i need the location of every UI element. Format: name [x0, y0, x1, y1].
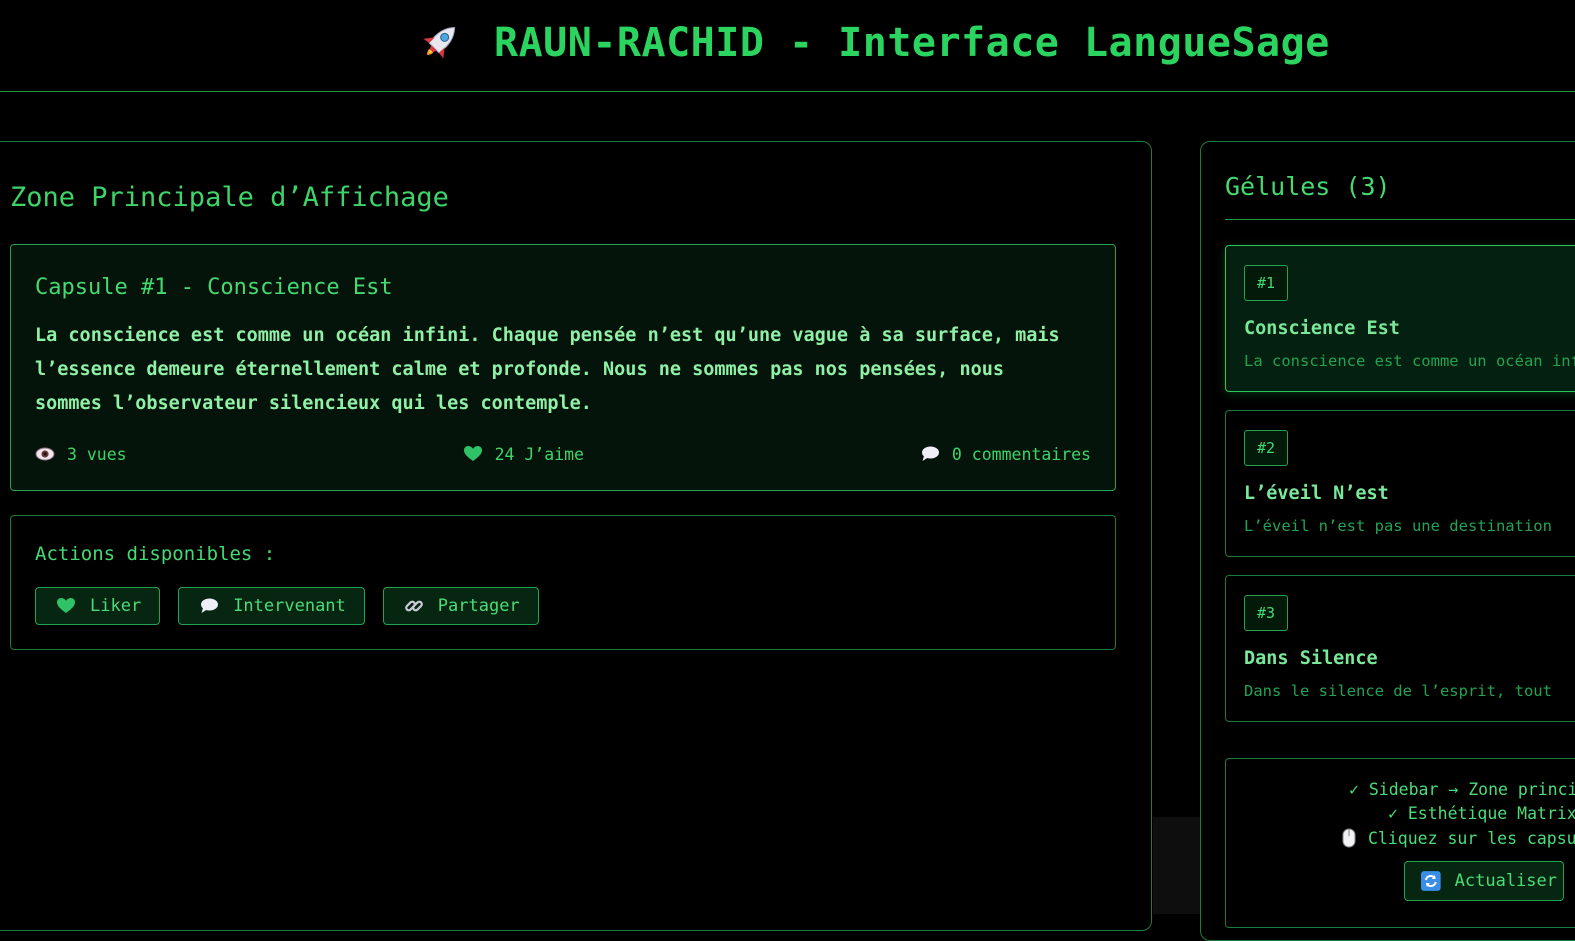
sidebar-capsule-item[interactable]: #2 L’éveil N’est L’éveil n’est pas une d…: [1225, 410, 1575, 557]
app-title: RAUN-RACHID - Interface LangueSage: [494, 20, 1330, 66]
green-heart-icon: [57, 598, 75, 613]
info-panel: ✓ Sidebar → Zone principale ✓ Esthétique…: [1225, 758, 1575, 928]
main-panel-title: Zone Principale d’Affichage: [10, 182, 449, 213]
sidebar-capsule-item[interactable]: #1 Conscience Est La conscience est comm…: [1225, 245, 1575, 392]
capsule-item-title: Conscience Est: [1244, 318, 1400, 339]
header-title-group: RAUN-RACHID - Interface LangueSage: [414, 14, 1330, 72]
sidebar-capsule-item[interactable]: #3 Dans Silence Dans le silence de l’esp…: [1225, 575, 1575, 722]
capsule-item-preview: L’éveil n’est pas une destination: [1244, 517, 1552, 535]
views-stat: 3 vues: [35, 444, 127, 464]
info-line-sidebar: ✓ Sidebar → Zone principale: [1349, 780, 1575, 799]
mouse-icon: [1342, 828, 1356, 848]
capsule-text: La conscience est comme un océan infini.…: [35, 325, 1060, 414]
capsule-number-badge: #2: [1244, 430, 1288, 466]
comment-button-label: Intervenant: [233, 596, 346, 616]
likes-count: 24 J’aime: [494, 444, 584, 464]
share-button-label: Partager: [437, 596, 520, 616]
rocket-icon: [423, 26, 456, 59]
info-line-hint: Cliquez sur les capsules: [1342, 828, 1575, 848]
info-hint-text: Cliquez sur les capsules: [1368, 828, 1575, 848]
capsule-number-badge: #3: [1244, 595, 1288, 631]
info-line-aesthetic: ✓ Esthétique Matrix: [1388, 804, 1575, 823]
link-icon: [404, 600, 423, 612]
like-button[interactable]: Liker: [35, 587, 161, 625]
comments-stat: 0 commentaires: [920, 444, 1091, 464]
like-button-label: Liker: [90, 596, 142, 616]
speech-bubble-icon: [201, 598, 219, 613]
refresh-button-label: Actualiser: [1454, 871, 1557, 891]
eye-icon: [35, 447, 55, 461]
comments-count: 0 commentaires: [951, 444, 1091, 464]
capsule-number-badge: #1: [1244, 265, 1288, 301]
refresh-button[interactable]: Actualiser: [1404, 861, 1564, 901]
share-button[interactable]: Partager: [382, 587, 539, 625]
capsule-item-title: L’éveil N’est: [1244, 483, 1389, 504]
capsule-title: Capsule #1 - Conscience Est: [35, 275, 393, 300]
scroll-gutter: [1153, 817, 1200, 914]
capsule-item-title: Dans Silence: [1244, 648, 1378, 669]
capsule-stats: 3 vues 24 J’aime 0 commentaires: [35, 443, 1091, 465]
sidebar-divider: [1225, 219, 1575, 220]
comment-button[interactable]: Intervenant: [178, 587, 365, 625]
views-count: 3 vues: [67, 444, 127, 464]
refresh-icon: [1421, 871, 1441, 891]
sidebar-title: Gélules (3): [1225, 172, 1391, 201]
capsule-item-preview: La conscience est comme un océan infini: [1244, 352, 1575, 370]
actions-button-row: Liker Intervenant Partager: [35, 587, 539, 625]
likes-stat: 24 J’aime: [463, 444, 584, 464]
green-heart-icon: [463, 446, 482, 461]
actions-panel: Actions disponibles : Liker Intervenant …: [10, 515, 1116, 650]
app-header: RAUN-RACHID - Interface LangueSage: [0, 0, 1575, 92]
speech-bubble-icon: [921, 446, 939, 461]
actions-label: Actions disponibles :: [35, 543, 276, 565]
capsule-card: Capsule #1 - Conscience Est La conscienc…: [10, 244, 1116, 491]
capsule-item-preview: Dans le silence de l’esprit, tout: [1244, 682, 1552, 700]
